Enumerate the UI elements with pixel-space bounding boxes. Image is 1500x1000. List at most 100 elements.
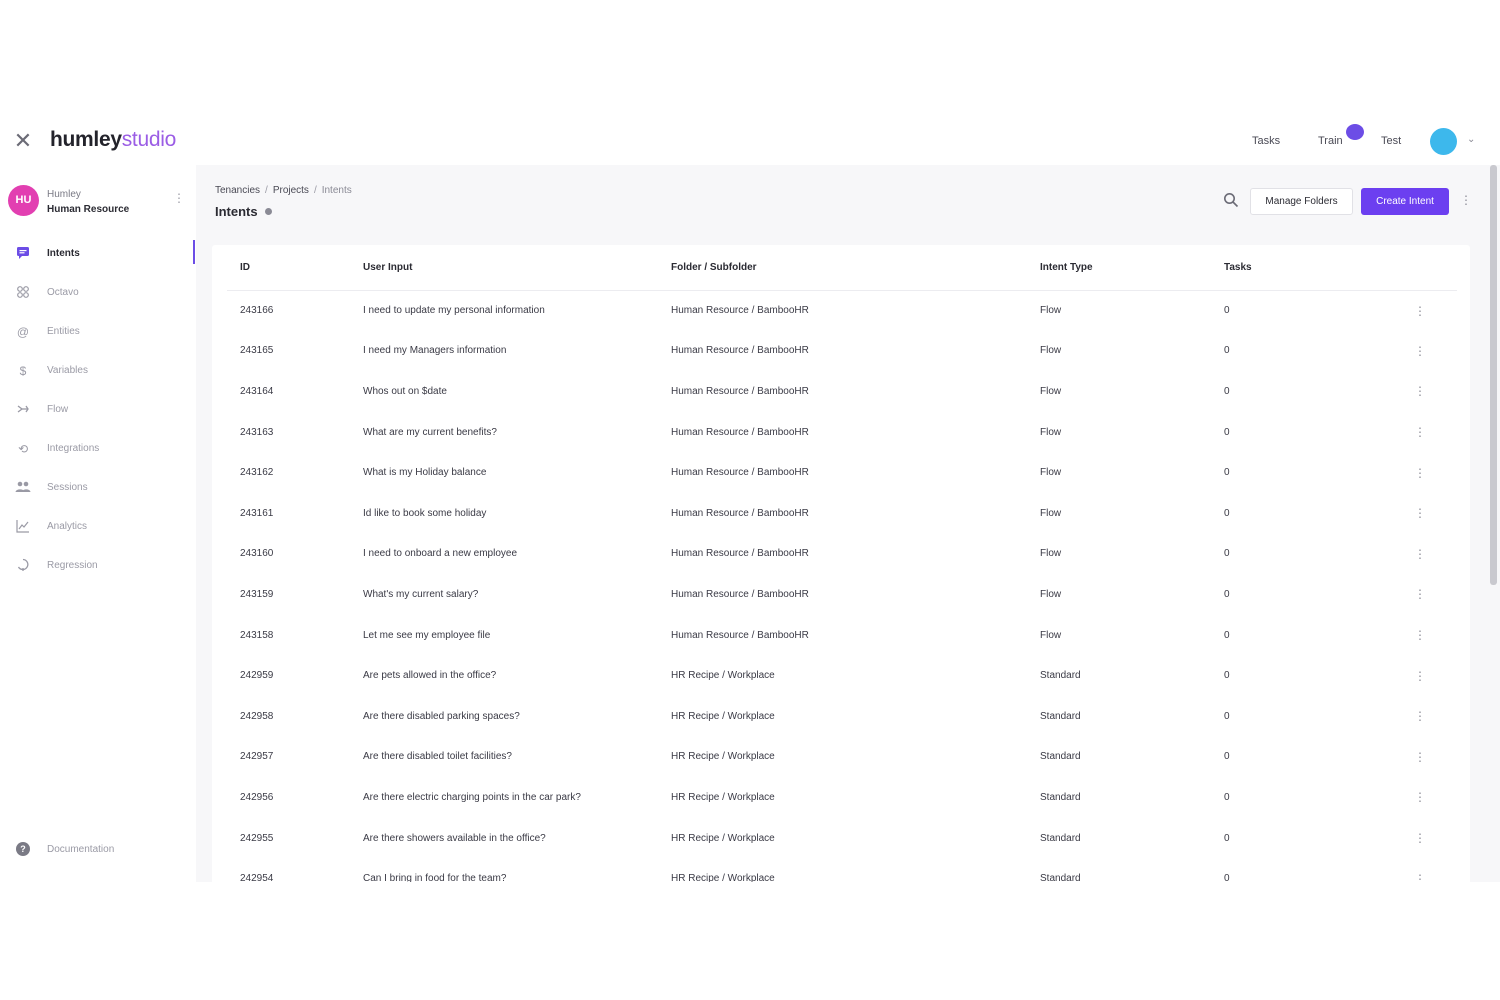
cell-tasks: 0 [1224, 588, 1230, 600]
main-content: Tenancies / Projects / Intents Intents Manag… [196, 165, 1500, 882]
cell-user-input: What is my Holiday balance [363, 467, 487, 479]
cell-user-input: Are there electric charging points in th… [363, 791, 581, 803]
table-row[interactable]: 243165 I need my Managers information Huma… [227, 331, 1457, 372]
org-switcher[interactable]: HU Humley Human Resource ⋮ [8, 185, 188, 219]
sidebar-item-regression[interactable]: Regression [0, 552, 196, 580]
flow-icon [15, 402, 31, 418]
cell-intent-type: Standard [1040, 670, 1081, 682]
column-header-folder[interactable]: Folder / Subfolder [671, 245, 1040, 291]
row-menu-icon[interactable]: ⋮ [1414, 858, 1457, 882]
scrollbar[interactable] [1490, 165, 1497, 585]
cell-tasks: 0 [1224, 629, 1230, 641]
table-row[interactable]: 243162 What is my Holiday balance Human Re… [227, 452, 1457, 493]
table-row[interactable]: 243160 I need to onboard a new employee Hu… [227, 534, 1457, 575]
create-intent-button[interactable]: Create Intent [1361, 188, 1449, 215]
cell-tasks: 0 [1224, 345, 1230, 357]
sidebar-item-entities[interactable]: @ Entities [0, 318, 196, 346]
cell-tasks: 0 [1224, 548, 1230, 560]
cell-folder: HR Recipe / Workplace [671, 710, 775, 722]
table-row[interactable]: 242955 Are there showers available in the… [227, 818, 1457, 859]
cell-intent-type: Standard [1040, 751, 1081, 763]
kebab-menu-icon[interactable]: ⋮ [1460, 193, 1472, 207]
cell-id: 243162 [240, 467, 274, 479]
table-row[interactable]: 242956 Are there electric charging points… [227, 777, 1457, 818]
column-header-actions [1414, 245, 1457, 291]
kebab-menu-icon[interactable]: ⋮ [173, 191, 185, 205]
breadcrumb-projects[interactable]: Projects [273, 185, 309, 196]
nav-train[interactable]: Train [1318, 135, 1343, 147]
top-bar: ✕ humleystudio Tasks Train Test ⌄ [0, 117, 1500, 165]
row-menu-icon[interactable]: ⋮ [1414, 574, 1457, 615]
row-menu-icon[interactable]: ⋮ [1414, 696, 1457, 737]
row-menu-icon[interactable]: ⋮ [1414, 655, 1457, 696]
row-menu-icon[interactable]: ⋮ [1414, 534, 1457, 575]
column-header-id[interactable]: ID [227, 245, 363, 291]
table-row[interactable]: 243161 Id like to book some holiday Human … [227, 493, 1457, 534]
info-icon[interactable] [265, 208, 272, 215]
train-status-badge [1346, 124, 1364, 140]
table-row[interactable]: 243166 I need to update my personal infor… [227, 290, 1457, 331]
nav-tasks[interactable]: Tasks [1252, 135, 1280, 147]
cell-id: 242956 [240, 791, 274, 803]
row-menu-icon[interactable]: ⋮ [1414, 615, 1457, 656]
sidebar-item-flow[interactable]: Flow [0, 396, 196, 424]
cell-tasks: 0 [1224, 507, 1230, 519]
chevron-down-icon[interactable]: ⌄ [1467, 134, 1475, 145]
cell-intent-type: Flow [1040, 345, 1062, 357]
table-row[interactable]: 243163 What are my current benefits? Human… [227, 412, 1457, 453]
sidebar-item-octavo[interactable]: Octavo [0, 279, 196, 307]
cell-id: 243165 [240, 345, 274, 357]
manage-folders-button[interactable]: Manage Folders [1250, 188, 1353, 215]
intents-table-card: ID User Input Folder / Subfolder Intent … [212, 245, 1470, 882]
row-menu-icon[interactable]: ⋮ [1414, 371, 1457, 412]
chat-icon [15, 246, 31, 262]
table-row[interactable]: 243164 Whos out on $date Human Resource / … [227, 371, 1457, 412]
nav-test[interactable]: Test [1381, 135, 1401, 147]
cell-id: 242958 [240, 710, 274, 722]
sidebar-item-sessions[interactable]: Sessions [0, 474, 196, 502]
cell-user-input: Are there disabled parking spaces? [363, 710, 520, 722]
sidebar-item-variables[interactable]: $ Variables [0, 357, 196, 385]
sidebar-item-label: Regression [47, 560, 98, 571]
row-menu-icon[interactable]: ⋮ [1414, 493, 1457, 534]
sidebar-item-analytics[interactable]: Analytics [0, 513, 196, 541]
row-menu-icon[interactable]: ⋮ [1414, 777, 1457, 818]
table-row[interactable]: 242959 Are pets allowed in the office? HR … [227, 655, 1457, 696]
row-menu-icon[interactable]: ⋮ [1414, 452, 1457, 493]
cell-intent-type: Flow [1040, 385, 1062, 397]
project-name: Human Resource [47, 204, 130, 215]
cell-tasks: 0 [1224, 670, 1230, 682]
user-avatar[interactable] [1430, 128, 1457, 155]
sidebar-item-intents[interactable]: Intents [0, 240, 196, 268]
column-header-tasks[interactable]: Tasks [1224, 245, 1414, 291]
table-row[interactable]: 242954 Can I bring in food for the team? H… [227, 858, 1457, 882]
sidebar-item-documentation[interactable]: ? Documentation [0, 836, 196, 864]
table-row[interactable]: 243158 Let me see my employee file Human R… [227, 615, 1457, 656]
cell-intent-type: Flow [1040, 305, 1062, 317]
close-icon[interactable]: ✕ [12, 130, 34, 152]
cell-id: 243163 [240, 426, 274, 438]
sync-icon: ⟲ [17, 442, 29, 456]
breadcrumb-tenancies[interactable]: Tenancies [215, 185, 260, 196]
cell-user-input: Id like to book some holiday [363, 507, 487, 519]
table-row[interactable]: 242958 Are there disabled parking spaces?… [227, 696, 1457, 737]
table-row[interactable]: 243159 What's my current salary? Human Res… [227, 574, 1457, 615]
cell-tasks: 0 [1224, 710, 1230, 722]
column-header-user-input[interactable]: User Input [363, 245, 671, 291]
cell-user-input: What are my current benefits? [363, 426, 497, 438]
cell-folder: HR Recipe / Workplace [671, 751, 775, 763]
table-row[interactable]: 242957 Are there disabled toilet faciliti… [227, 737, 1457, 778]
column-header-intent-type[interactable]: Intent Type [1040, 245, 1224, 291]
row-menu-icon[interactable]: ⋮ [1414, 818, 1457, 859]
row-menu-icon[interactable]: ⋮ [1414, 412, 1457, 453]
cell-user-input: Are there showers available in the offic… [363, 832, 546, 844]
cell-id: 243158 [240, 629, 274, 641]
sidebar-item-integrations[interactable]: ⟲ Integrations [0, 435, 196, 463]
cell-id: 243159 [240, 588, 274, 600]
cell-folder: HR Recipe / Workplace [671, 832, 775, 844]
search-icon[interactable] [1223, 192, 1241, 210]
row-menu-icon[interactable]: ⋮ [1414, 737, 1457, 778]
cell-user-input: I need to update my personal information [363, 305, 545, 317]
row-menu-icon[interactable]: ⋮ [1414, 290, 1457, 331]
row-menu-icon[interactable]: ⋮ [1414, 331, 1457, 372]
